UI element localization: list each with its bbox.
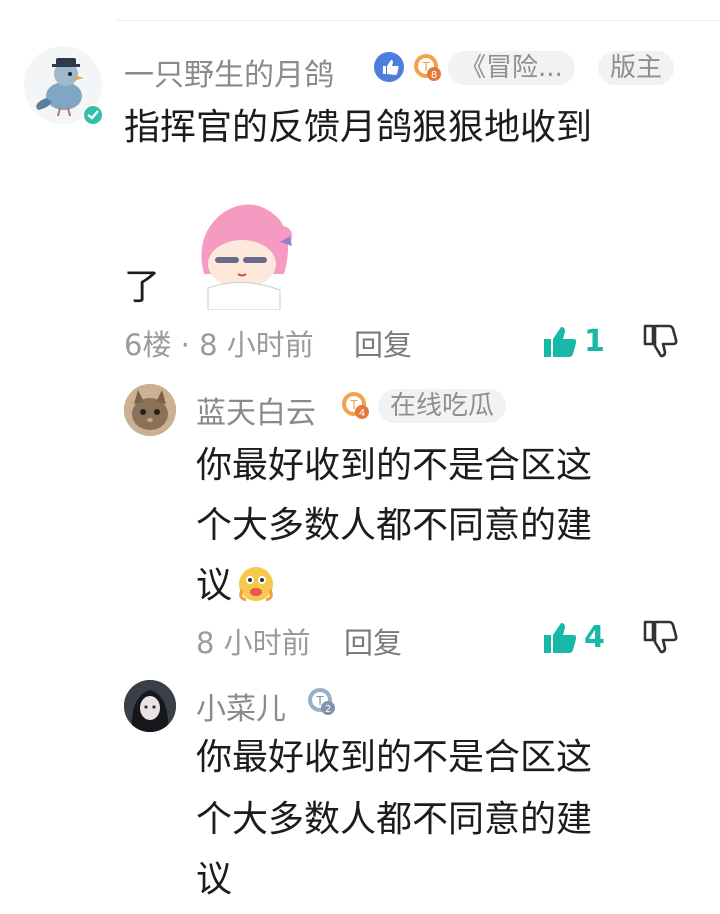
thumbs-down-icon: [643, 620, 678, 654]
dislike-button[interactable]: [642, 324, 680, 364]
top-divider: [116, 20, 720, 21]
emoji-sticker-icon: [184, 194, 304, 311]
verified-icon: [82, 104, 104, 126]
level-badge-icon: T8: [412, 52, 442, 82]
thumbs-badge-icon: [374, 52, 404, 82]
reply-button[interactable]: 回复: [344, 620, 402, 662]
username[interactable]: 一只野生的月鸽: [124, 50, 334, 94]
svg-text:4: 4: [359, 408, 365, 419]
like-count: 4: [584, 620, 605, 655]
avatar-cat[interactable]: [124, 384, 176, 436]
username[interactable]: 小菜儿: [196, 684, 286, 728]
comment-text-line: 个大多数人都不同意的建: [196, 505, 593, 546]
community-tag[interactable]: 《冒险...: [448, 51, 575, 85]
like-count: 1: [584, 324, 605, 359]
thumbs-up-icon: [544, 622, 577, 653]
level-badge-icon: T2: [306, 686, 336, 716]
reply-button[interactable]: 回复: [354, 322, 412, 364]
thumbs-up-icon: [544, 326, 577, 357]
floor-time: 6楼 · 8 小时前: [124, 328, 314, 362]
like-button[interactable]: 1: [542, 324, 605, 359]
user-tag[interactable]: 在线吃瓜: [378, 389, 507, 423]
comment-text-line: 个大多数人都不同意的建: [196, 799, 593, 840]
thumbs-down-icon: [643, 324, 678, 358]
level-badge-icon: T4: [340, 390, 370, 420]
svg-text:2: 2: [325, 704, 331, 715]
comment-text-line: 议: [196, 859, 233, 900]
comment-text-line: 你最好收到的不是合区这: [196, 445, 593, 486]
avatar-girl[interactable]: [124, 680, 176, 732]
svg-text:8: 8: [431, 70, 437, 81]
post-time: 8 小时前: [196, 626, 311, 660]
comment-text-line: 了: [124, 267, 161, 308]
emoji-icon: [236, 564, 276, 604]
dislike-button[interactable]: [642, 620, 680, 660]
username[interactable]: 蓝天白云: [196, 388, 316, 432]
moderator-tag: 版主: [598, 51, 675, 85]
comment-text-line: 指挥官的反馈月鸽狠狠地收到: [124, 107, 593, 148]
comment-text-line: 议: [196, 565, 233, 606]
comment-text-line: 你最好收到的不是合区这: [196, 737, 593, 778]
like-button[interactable]: 4: [542, 620, 605, 655]
